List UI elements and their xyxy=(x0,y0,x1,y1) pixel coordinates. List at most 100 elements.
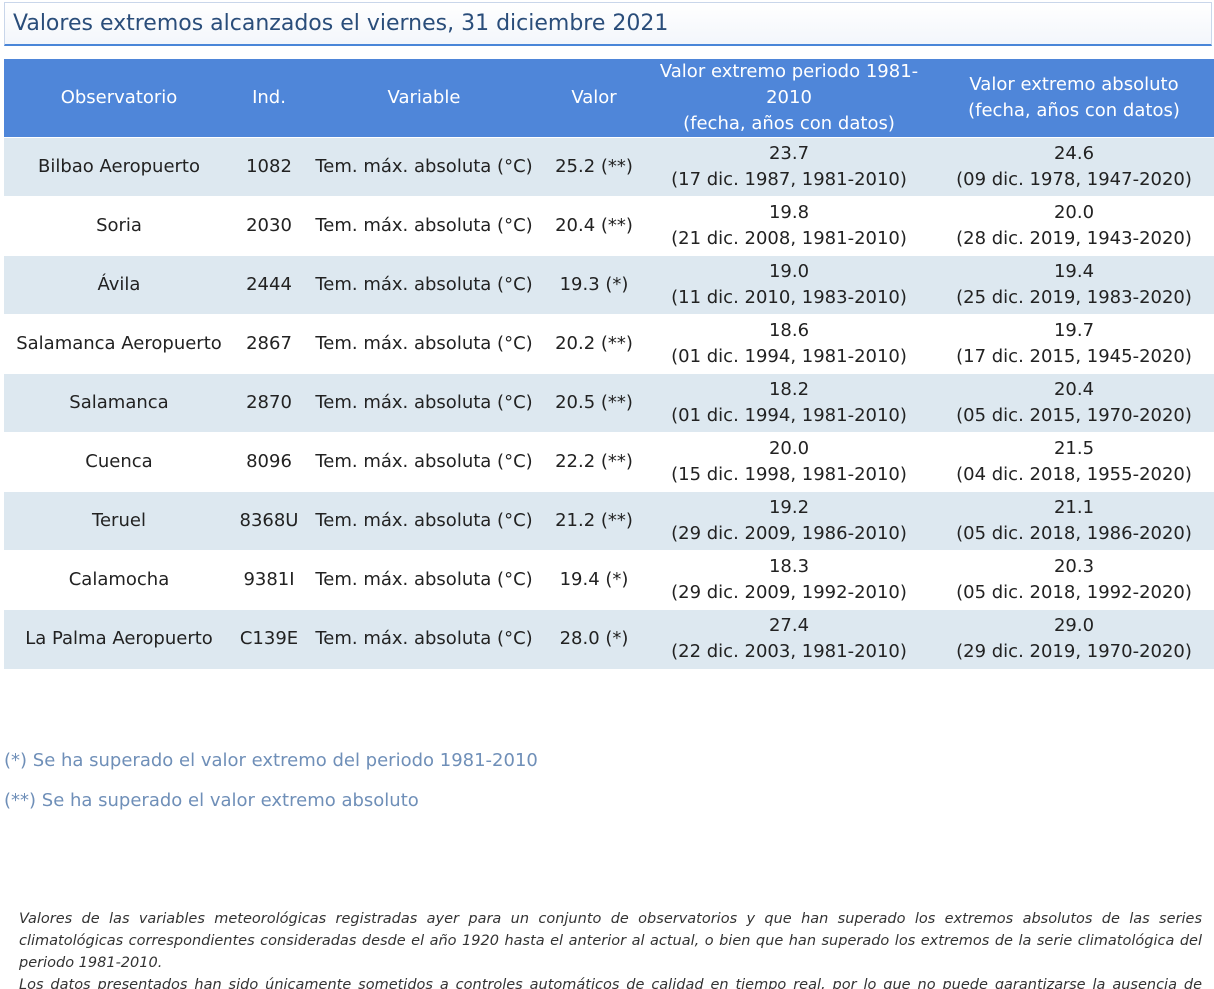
cell-valor: 21.2 (**) xyxy=(544,491,644,551)
cell-periodo-valor: 19.0 xyxy=(768,261,810,282)
cell-absoluto-fecha: (29 dic. 2019, 1970-2020) xyxy=(956,641,1192,663)
cell-absoluto-fecha: (25 dic. 2019, 1983-2020) xyxy=(956,287,1192,308)
header-absoluto: Valor extremo absoluto (fecha, años con … xyxy=(934,59,1214,138)
cell-valor: 25.2 (**) xyxy=(544,137,644,197)
cell-periodo-valor: 27.4 xyxy=(768,615,810,637)
cell-periodo: 19.2 (29 dic. 2009, 1986-2010) xyxy=(644,491,934,551)
table-row: Soria 2030 Tem. máx. absoluta (°C) 20.4 … xyxy=(4,196,1214,256)
cell-variable: Tem. máx. absoluta (°C) xyxy=(304,550,544,610)
table-row: Calamocha 9381I Tem. máx. absoluta (°C) … xyxy=(4,550,1214,610)
page-title-bar: Valores extremos alcanzados el viernes, … xyxy=(4,2,1212,46)
cell-absoluto: 21.1 (05 dic. 2018, 1986-2020) xyxy=(934,491,1214,551)
cell-absoluto: 19.7 (17 dic. 2015, 1945-2020) xyxy=(934,314,1214,374)
cell-absoluto-valor: 19.7 xyxy=(1053,320,1095,341)
cell-absoluto: 20.0 (28 dic. 2019, 1943-2020) xyxy=(934,196,1214,256)
cell-valor: 19.3 (*) xyxy=(544,255,644,315)
header-absoluto-line1: Valor extremo absoluto xyxy=(969,74,1179,95)
cell-observatorio: Ávila xyxy=(4,255,234,315)
cell-periodo-fecha: (01 dic. 1994, 1981-2010) xyxy=(671,346,907,367)
cell-ind: 1082 xyxy=(234,137,304,197)
cell-observatorio: La Palma Aeropuerto xyxy=(4,609,234,669)
cell-periodo: 20.0 (15 dic. 1998, 1981-2010) xyxy=(644,432,934,492)
table-row: Bilbao Aeropuerto 1082 Tem. máx. absolut… xyxy=(4,137,1214,197)
cell-ind: 9381I xyxy=(234,550,304,610)
cell-valor: 20.4 (**) xyxy=(544,196,644,256)
cell-absoluto: 21.5 (04 dic. 2018, 1955-2020) xyxy=(934,432,1214,492)
footnote-double-asterisk: (**) Se ha superado el valor extremo abs… xyxy=(4,790,419,811)
page-title: Valores extremos alcanzados el viernes, … xyxy=(13,11,669,36)
disclaimer-note: Valores de las variables meteorológicas … xyxy=(19,908,1202,989)
table-row: La Palma Aeropuerto C139E Tem. máx. abso… xyxy=(4,609,1214,669)
cell-absoluto-fecha: (28 dic. 2019, 1943-2020) xyxy=(956,228,1192,249)
header-periodo-line1: Valor extremo periodo 1981-2010 xyxy=(659,61,919,108)
table-body: Bilbao Aeropuerto 1082 Tem. máx. absolut… xyxy=(4,137,1214,669)
cell-periodo-valor: 19.8 xyxy=(768,202,810,223)
cell-absoluto-fecha: (05 dic. 2015, 1970-2020) xyxy=(956,405,1192,426)
header-valor: Valor xyxy=(544,59,644,138)
header-periodo: Valor extremo periodo 1981-2010 (fecha, … xyxy=(644,59,934,138)
cell-observatorio: Cuenca xyxy=(4,432,234,492)
table-row: Salamanca 2870 Tem. máx. absoluta (°C) 2… xyxy=(4,373,1214,433)
cell-absoluto-fecha: (09 dic. 1978, 1947-2020) xyxy=(956,169,1192,190)
header-periodo-line2: (fecha, años con datos) xyxy=(683,113,895,134)
cell-absoluto: 29.0 (29 dic. 2019, 1970-2020) xyxy=(934,609,1214,669)
cell-ind: 2030 xyxy=(234,196,304,256)
cell-periodo: 23.7 (17 dic. 1987, 1981-2010) xyxy=(644,137,934,197)
header-observatorio: Observatorio xyxy=(4,59,234,138)
cell-periodo: 18.2 (01 dic. 1994, 1981-2010) xyxy=(644,373,934,433)
cell-observatorio: Salamanca xyxy=(4,373,234,433)
cell-absoluto-valor: 20.0 xyxy=(1053,202,1095,223)
cell-periodo-fecha: (15 dic. 1998, 1981-2010) xyxy=(671,464,907,485)
cell-variable: Tem. máx. absoluta (°C) xyxy=(304,196,544,256)
cell-periodo-valor: 19.2 xyxy=(768,497,810,518)
cell-periodo-fecha: (22 dic. 2003, 1981-2010) xyxy=(671,641,907,663)
header-ind: Ind. xyxy=(234,59,304,138)
footnote-single-asterisk: (*) Se ha superado el valor extremo del … xyxy=(4,750,538,771)
cell-variable: Tem. máx. absoluta (°C) xyxy=(304,373,544,433)
cell-absoluto-valor: 29.0 xyxy=(1053,615,1095,637)
cell-variable: Tem. máx. absoluta (°C) xyxy=(304,609,544,669)
cell-valor: 28.0 (*) xyxy=(544,609,644,669)
cell-valor: 20.2 (**) xyxy=(544,314,644,374)
cell-periodo-valor: 20.0 xyxy=(768,438,810,459)
cell-periodo-fecha: (17 dic. 1987, 1981-2010) xyxy=(671,169,907,190)
cell-periodo: 19.0 (11 dic. 2010, 1983-2010) xyxy=(644,255,934,315)
cell-variable: Tem. máx. absoluta (°C) xyxy=(304,137,544,197)
table-header: Observatorio Ind. Variable Valor Valor e… xyxy=(4,59,1214,138)
cell-valor: 22.2 (**) xyxy=(544,432,644,492)
cell-variable: Tem. máx. absoluta (°C) xyxy=(304,314,544,374)
cell-absoluto-valor: 24.6 xyxy=(1053,143,1095,164)
cell-absoluto-fecha: (05 dic. 2018, 1986-2020) xyxy=(956,523,1192,544)
cell-periodo-valor: 23.7 xyxy=(768,143,810,164)
header-variable: Variable xyxy=(304,59,544,138)
cell-valor: 19.4 (*) xyxy=(544,550,644,610)
cell-periodo-valor: 18.3 xyxy=(768,556,810,577)
cell-absoluto-valor: 20.4 xyxy=(1053,379,1095,400)
cell-absoluto-valor: 21.5 xyxy=(1053,438,1095,459)
disclaimer-line-2: Los datos presentados han sido únicament… xyxy=(19,977,1202,989)
cell-ind: 8096 xyxy=(234,432,304,492)
cell-periodo-fecha: (29 dic. 2009, 1992-2010) xyxy=(671,582,907,603)
cell-periodo: 18.6 (01 dic. 1994, 1981-2010) xyxy=(644,314,934,374)
cell-ind: 2867 xyxy=(234,314,304,374)
cell-absoluto: 20.3 (05 dic. 2018, 1992-2020) xyxy=(934,550,1214,610)
table-header-row: Observatorio Ind. Variable Valor Valor e… xyxy=(4,59,1214,138)
cell-periodo-fecha: (11 dic. 2010, 1983-2010) xyxy=(671,287,907,308)
table-row: Cuenca 8096 Tem. máx. absoluta (°C) 22.2… xyxy=(4,432,1214,492)
cell-absoluto: 24.6 (09 dic. 1978, 1947-2020) xyxy=(934,137,1214,197)
cell-observatorio: Salamanca Aeropuerto xyxy=(4,314,234,374)
cell-observatorio: Teruel xyxy=(4,491,234,551)
cell-absoluto-fecha: (04 dic. 2018, 1955-2020) xyxy=(956,464,1192,485)
cell-periodo: 27.4 (22 dic. 2003, 1981-2010) xyxy=(644,609,934,669)
cell-absoluto: 19.4 (25 dic. 2019, 1983-2020) xyxy=(934,255,1214,315)
cell-variable: Tem. máx. absoluta (°C) xyxy=(304,491,544,551)
cell-periodo-fecha: (29 dic. 2009, 1986-2010) xyxy=(671,523,907,544)
cell-observatorio: Soria xyxy=(4,196,234,256)
cell-periodo-fecha: (01 dic. 1994, 1981-2010) xyxy=(671,405,907,426)
cell-periodo: 18.3 (29 dic. 2009, 1992-2010) xyxy=(644,550,934,610)
cell-ind: 2444 xyxy=(234,255,304,315)
cell-absoluto-fecha: (05 dic. 2018, 1992-2020) xyxy=(956,582,1192,603)
cell-periodo-valor: 18.2 xyxy=(768,379,810,400)
cell-ind: C139E xyxy=(234,609,304,669)
cell-periodo: 19.8 (21 dic. 2008, 1981-2010) xyxy=(644,196,934,256)
